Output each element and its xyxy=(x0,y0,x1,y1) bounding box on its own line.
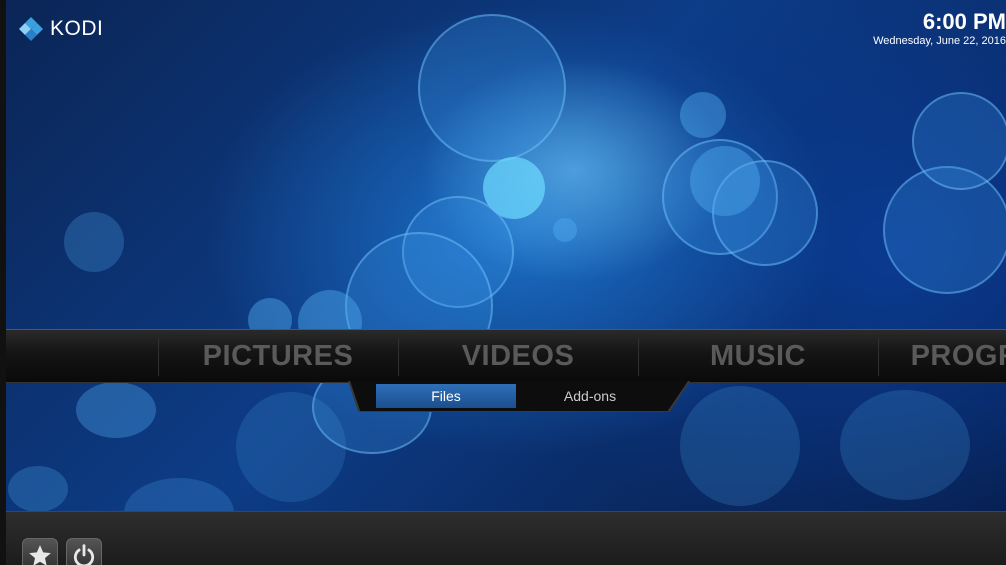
bokeh-circle xyxy=(912,92,1006,190)
bokeh-circle xyxy=(553,218,577,242)
main-menu: PICTURES VIDEOS MUSIC PROGRAMS xyxy=(6,329,1006,383)
bokeh-circle xyxy=(418,14,566,162)
menu-item-music[interactable]: MUSIC xyxy=(638,330,878,382)
bokeh-circle xyxy=(840,390,970,500)
logo-text: KODI xyxy=(50,17,104,40)
favourites-button[interactable] xyxy=(22,538,58,565)
menu-item-programs[interactable]: PROGRAMS xyxy=(878,330,1006,382)
bokeh-circle xyxy=(680,386,800,506)
clock: 6:00 PM Wednesday, June 22, 2016 xyxy=(806,10,1006,48)
submenu: Files Add-ons xyxy=(350,381,688,411)
kodi-logo-icon xyxy=(19,17,43,41)
kodi-home-screen: KODI 6:00 PM Wednesday, June 22, 2016 PI… xyxy=(0,0,1006,565)
bokeh-circle xyxy=(76,382,156,438)
submenu-item-addons[interactable]: Add-ons xyxy=(520,384,660,408)
bokeh-circle xyxy=(8,466,68,512)
bokeh-circle xyxy=(236,392,346,502)
power-button[interactable] xyxy=(66,538,102,565)
menu-item-videos[interactable]: VIDEOS xyxy=(398,330,638,382)
bokeh-circle xyxy=(680,92,726,138)
clock-date: Wednesday, June 22, 2016 xyxy=(873,35,1006,47)
menu-item-pictures[interactable]: PICTURES xyxy=(158,330,398,382)
bokeh-circle xyxy=(64,212,124,272)
star-icon xyxy=(29,545,51,565)
bottom-bar xyxy=(6,511,1006,565)
submenu-item-files[interactable]: Files xyxy=(376,384,516,408)
bokeh-circle xyxy=(690,146,760,216)
clock-time: 6:00 PM xyxy=(922,9,1006,34)
kodi-logo: KODI xyxy=(18,16,103,42)
power-icon xyxy=(73,544,95,565)
left-edge-bar xyxy=(0,0,6,565)
